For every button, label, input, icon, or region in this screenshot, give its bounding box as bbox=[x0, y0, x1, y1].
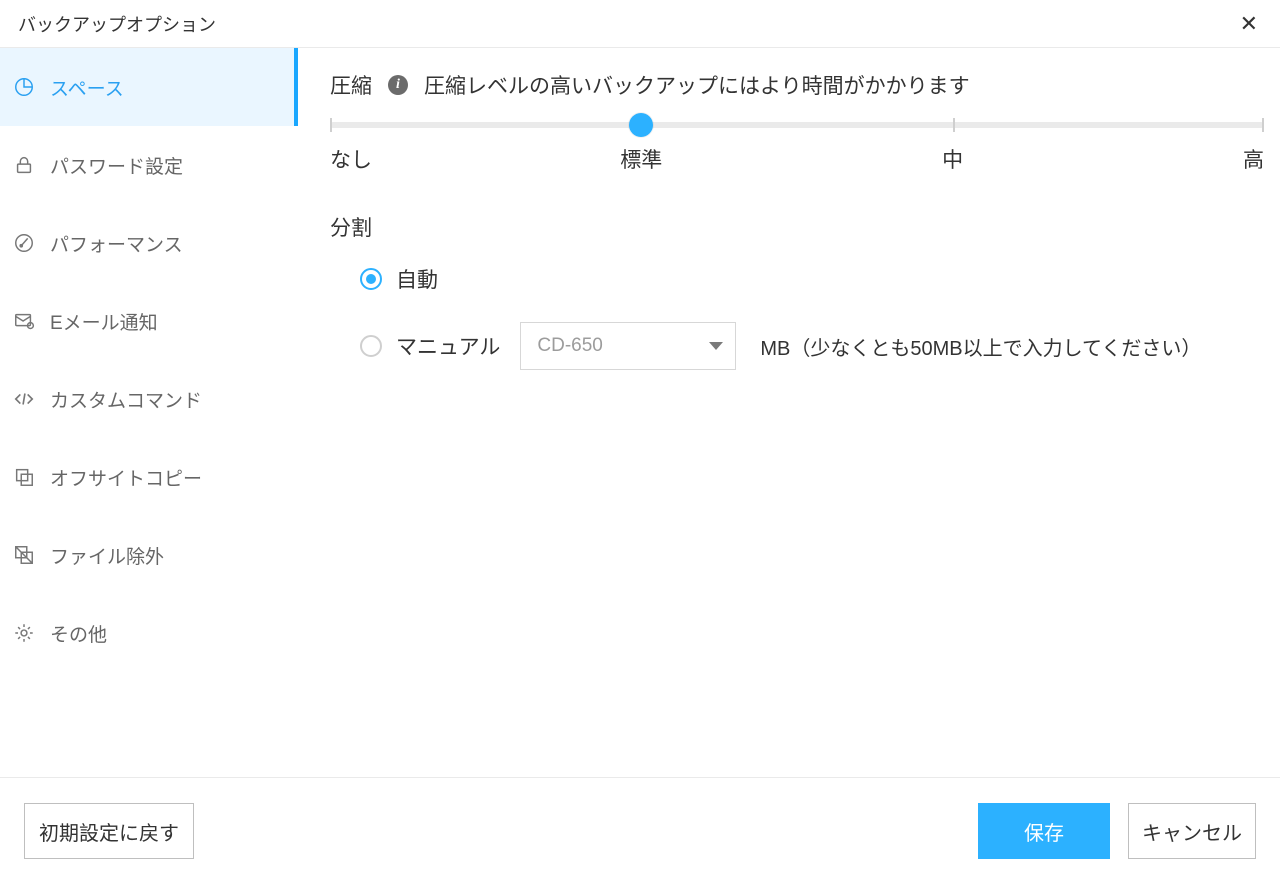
sidebar-item-label: パスワード設定 bbox=[50, 152, 183, 179]
save-button[interactable]: 保存 bbox=[978, 803, 1110, 859]
mail-bell-icon bbox=[12, 309, 36, 333]
copy-icon bbox=[12, 465, 36, 489]
compression-slider[interactable] bbox=[330, 122, 1264, 128]
sidebar-item-label: スペース bbox=[50, 74, 124, 101]
radio-manual[interactable] bbox=[360, 335, 382, 357]
sidebar-item-label: オフサイトコピー bbox=[50, 464, 202, 491]
compression-description: 圧縮レベルの高いバックアップにはより時間がかかります bbox=[424, 70, 970, 100]
sidebar-item-label: カスタムコマンド bbox=[50, 386, 202, 413]
sidebar-item-label: Eメール通知 bbox=[50, 308, 158, 335]
slider-label-high: 高 bbox=[1243, 144, 1264, 174]
sidebar-item-space[interactable]: スペース bbox=[0, 48, 298, 126]
dialog-title: バックアップオプション bbox=[18, 11, 216, 37]
split-title: 分割 bbox=[330, 212, 1266, 242]
gear-icon bbox=[12, 621, 36, 645]
exclude-icon bbox=[12, 543, 36, 567]
sidebar-item-other[interactable]: その他 bbox=[0, 594, 298, 672]
slider-thumb[interactable] bbox=[629, 113, 653, 137]
chevron-down-icon bbox=[709, 342, 723, 350]
sidebar-item-file-exclude[interactable]: ファイル除外 bbox=[0, 516, 298, 594]
sidebar-item-label: その他 bbox=[50, 620, 107, 647]
radio-auto[interactable] bbox=[360, 268, 382, 290]
compression-title: 圧縮 bbox=[330, 70, 372, 100]
reset-defaults-button[interactable]: 初期設定に戻す bbox=[24, 803, 194, 859]
slider-label-medium: 中 bbox=[942, 144, 963, 174]
sidebar: スペース パスワード設定 パフォーマンス Eメール通知 bbox=[0, 48, 298, 777]
radio-manual-label: マニュアル bbox=[396, 331, 500, 361]
select-value: CD-650 bbox=[537, 335, 602, 357]
gauge-icon bbox=[12, 231, 36, 255]
sidebar-item-offsite-copy[interactable]: オフサイトコピー bbox=[0, 438, 298, 516]
code-icon bbox=[12, 387, 36, 411]
cancel-button[interactable]: キャンセル bbox=[1128, 803, 1256, 859]
slider-label-standard: 標準 bbox=[620, 144, 662, 174]
split-mb-note: MB（少なくとも50MB以上で入力してください） bbox=[760, 332, 1201, 361]
info-icon: i bbox=[388, 75, 408, 95]
sidebar-item-custom-command[interactable]: カスタムコマンド bbox=[0, 360, 298, 438]
sidebar-item-label: ファイル除外 bbox=[50, 542, 164, 569]
split-size-select[interactable]: CD-650 bbox=[520, 322, 736, 370]
sidebar-item-email[interactable]: Eメール通知 bbox=[0, 282, 298, 360]
sidebar-item-performance[interactable]: パフォーマンス bbox=[0, 204, 298, 282]
slider-label-none: なし bbox=[330, 144, 372, 174]
lock-icon bbox=[12, 153, 36, 177]
pie-chart-icon bbox=[12, 75, 36, 99]
radio-auto-label: 自動 bbox=[396, 264, 438, 294]
sidebar-item-label: パフォーマンス bbox=[50, 230, 183, 257]
close-icon[interactable]: ✕ bbox=[1236, 9, 1262, 39]
sidebar-item-password[interactable]: パスワード設定 bbox=[0, 126, 298, 204]
